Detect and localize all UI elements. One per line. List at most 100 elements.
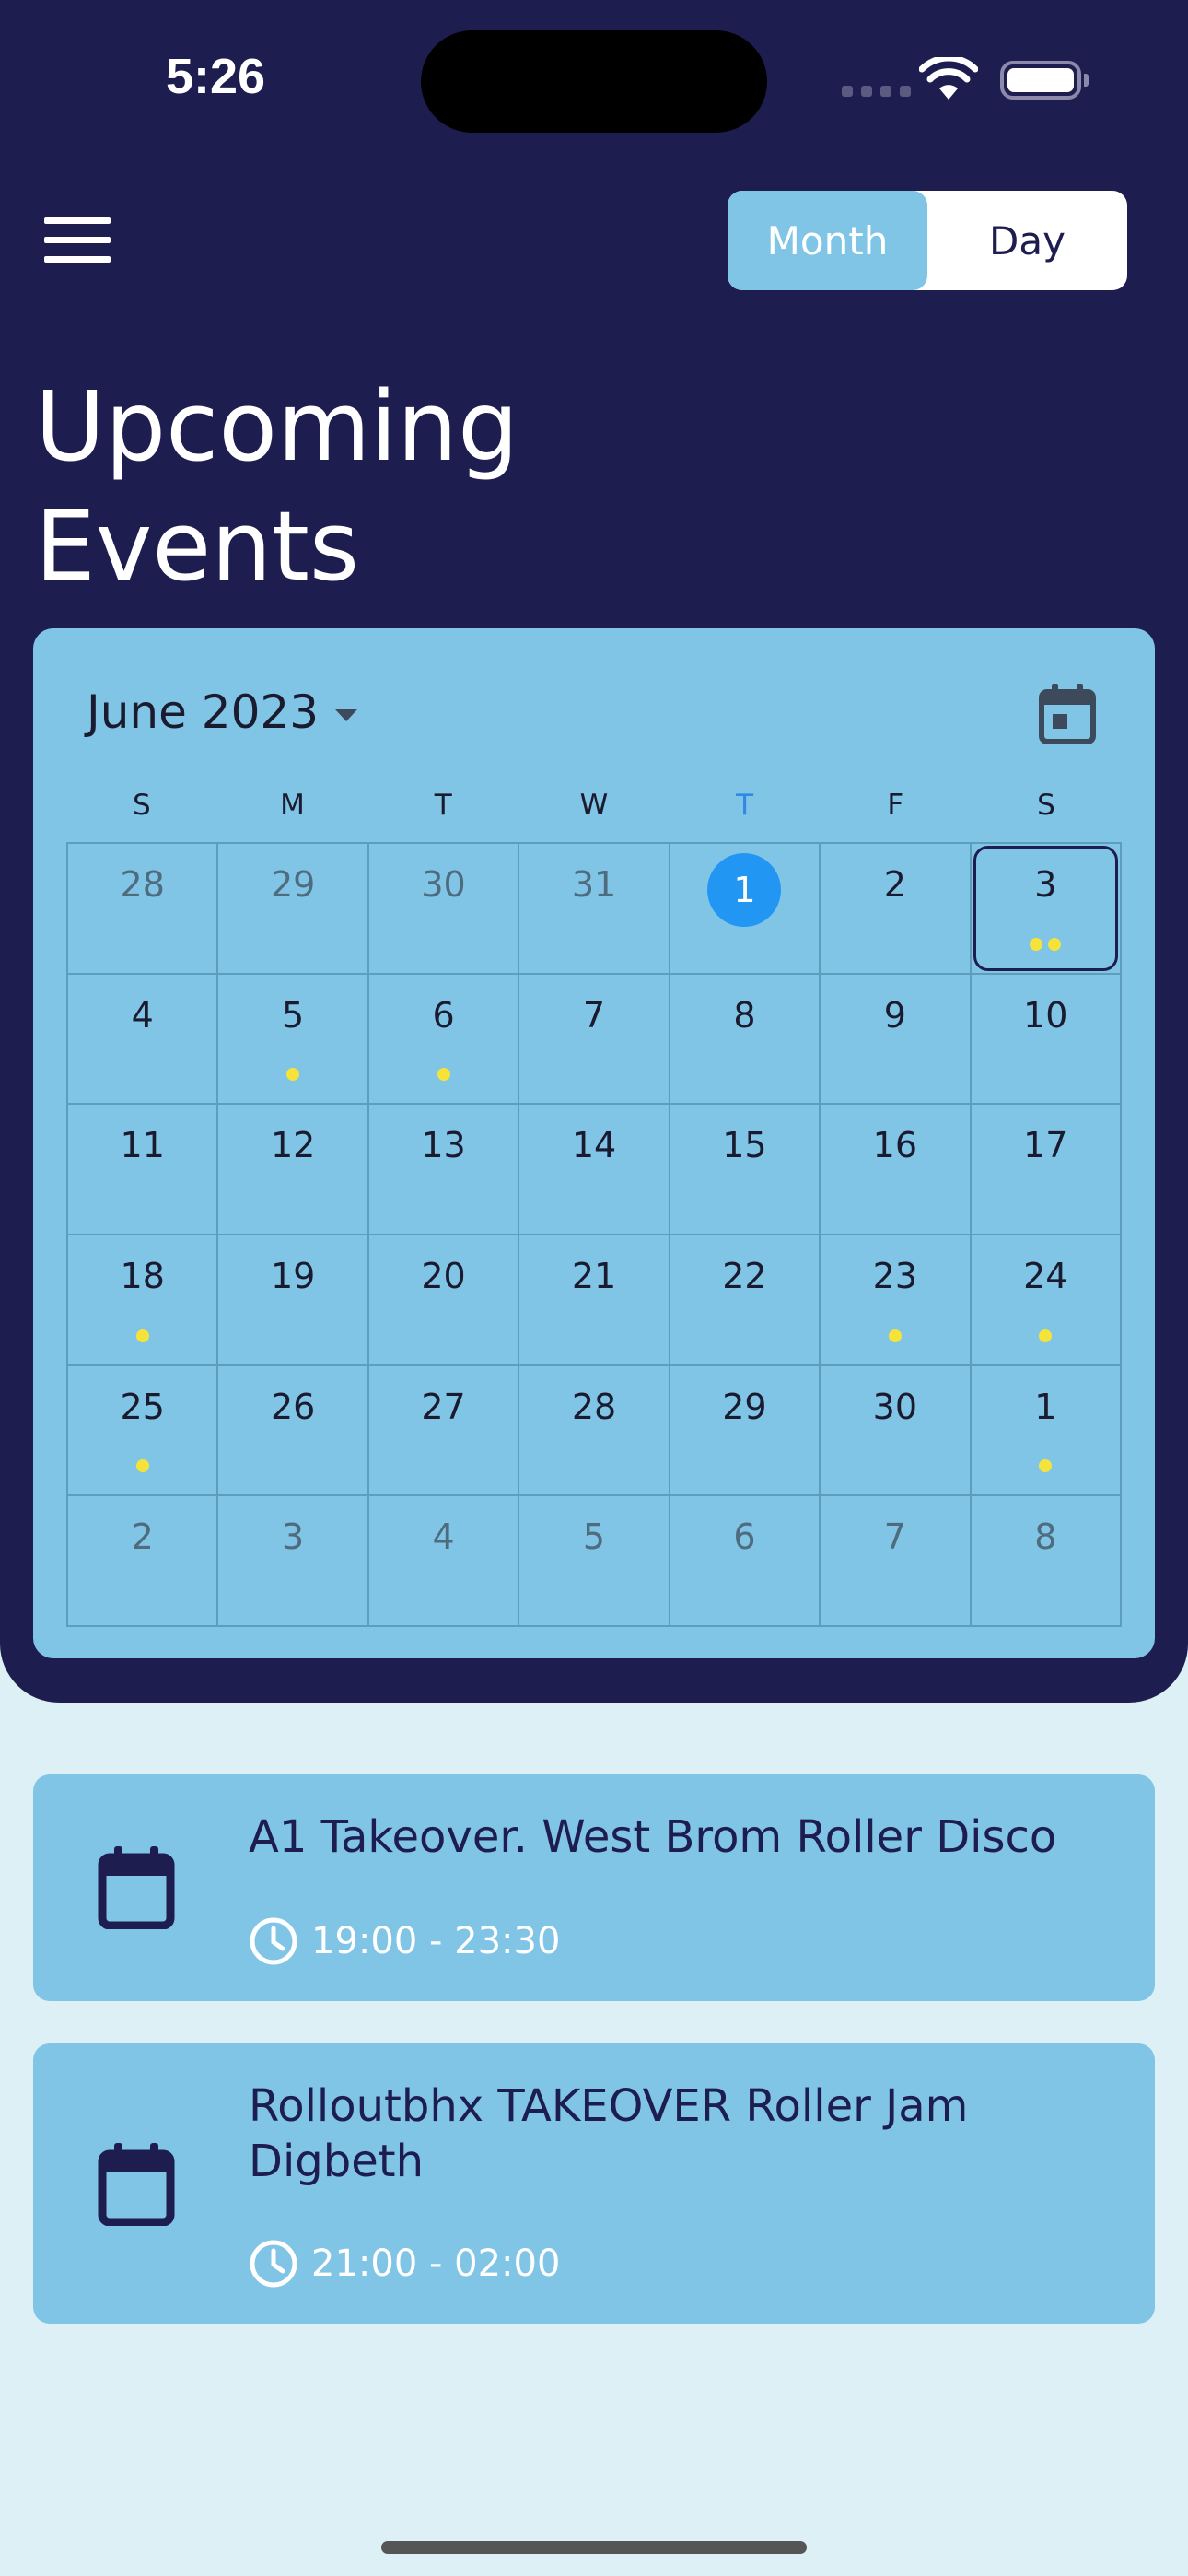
- calendar-day-cell[interactable]: 18: [68, 1235, 219, 1366]
- battery-icon: [1000, 61, 1089, 100]
- day-number: 18: [120, 1256, 165, 1296]
- calendar-day-cell[interactable]: 29: [670, 1365, 821, 1497]
- calendar-day-cell[interactable]: 12: [218, 1105, 369, 1235]
- calendar-day-cell[interactable]: 2: [68, 1496, 219, 1627]
- calendar-day-cell[interactable]: 28: [519, 1365, 670, 1497]
- event-indicator: [218, 1068, 367, 1082]
- calendar-day-cell[interactable]: 10: [971, 974, 1122, 1106]
- wifi-icon: [919, 57, 978, 100]
- day-number: 26: [270, 1386, 316, 1427]
- calendar-day-cell[interactable]: 7: [821, 1496, 972, 1627]
- event-dot: [135, 1459, 149, 1473]
- day-number: 7: [883, 1516, 906, 1558]
- event-dot: [888, 1329, 902, 1342]
- month-selector[interactable]: June 2023: [87, 685, 358, 739]
- calendar-day-cell[interactable]: 21: [519, 1235, 670, 1366]
- calendar-day-cell[interactable]: 3: [218, 1496, 369, 1627]
- weekday-label: T: [434, 789, 452, 822]
- day-number: 22: [722, 1256, 767, 1296]
- calendar-day-cell[interactable]: 8: [971, 1496, 1122, 1627]
- calendar-day-cell[interactable]: 2: [821, 844, 972, 975]
- calendar-day-cell[interactable]: 30: [821, 1365, 972, 1497]
- menu-icon[interactable]: [44, 217, 111, 263]
- event-indicator: [369, 1068, 518, 1082]
- calendar-day-cell[interactable]: 22: [670, 1235, 821, 1366]
- calendar-day-cell[interactable]: 15: [670, 1105, 821, 1235]
- calendar-day-cell[interactable]: 23: [821, 1235, 972, 1366]
- event-indicator: [821, 1329, 969, 1342]
- calendar-day-cell[interactable]: 16: [821, 1105, 972, 1235]
- calendar-day-cell[interactable]: 20: [368, 1235, 520, 1366]
- calendar-icon: [98, 2143, 175, 2226]
- day-number: 5: [282, 994, 305, 1036]
- calendar-day-cell[interactable]: 6: [670, 1496, 821, 1627]
- event-card[interactable]: Rolloutbhx TAKEOVER Roller Jam Digbeth 2…: [33, 2043, 1155, 2324]
- calendar-day-cell[interactable]: 24: [971, 1235, 1122, 1366]
- toggle-month-button[interactable]: Month: [728, 191, 927, 290]
- day-number: 4: [131, 994, 154, 1036]
- day-number: 6: [432, 994, 455, 1036]
- day-number: 8: [1034, 1516, 1057, 1558]
- calendar-day-cell[interactable]: 5: [218, 974, 369, 1106]
- event-time-row: 19:00 - 23:30: [249, 1916, 560, 1966]
- calendar-grid: 28 29 30 31 1 2 3 4 5 6 7 8 9 10 11 12 13 14 15 16 17 18 19 20 2…: [66, 842, 1122, 1627]
- event-title: Rolloutbhx TAKEOVER Roller Jam Digbeth: [249, 2080, 969, 2187]
- clock-icon: [250, 1917, 297, 1965]
- calendar-day-cell[interactable]: 14: [519, 1105, 670, 1235]
- calendar-day-cell[interactable]: 6: [368, 974, 520, 1106]
- day-number: 2: [883, 864, 906, 905]
- day-number: 1: [707, 853, 782, 927]
- month-label: June 2023: [87, 685, 320, 739]
- day-number: 28: [571, 1386, 617, 1427]
- calendar-day-cell[interactable]: 11: [68, 1105, 219, 1235]
- calendar-day-cell[interactable]: 8: [670, 974, 821, 1106]
- day-number: 13: [421, 1125, 466, 1166]
- day-number: 7: [582, 994, 606, 1036]
- calendar-day-cell[interactable]: 27: [368, 1365, 520, 1497]
- day-number: 16: [872, 1125, 918, 1166]
- day-number: 30: [872, 1386, 918, 1427]
- day-number: 17: [1023, 1125, 1068, 1166]
- day-number: 29: [270, 864, 316, 905]
- event-card[interactable]: A1 Takeover. West Brom Roller Disco 19:0…: [33, 1774, 1155, 2001]
- page-title-line2: Events: [35, 490, 360, 603]
- calendar-day-cell[interactable]: 13: [368, 1105, 520, 1235]
- calendar-day-cell[interactable]: 17: [971, 1105, 1122, 1235]
- event-title: A1 Takeover. West Brom Roller Disco: [249, 1811, 1057, 1863]
- calendar-day-cell[interactable]: 7: [519, 974, 670, 1106]
- calendar-day-cell[interactable]: 29: [218, 844, 369, 975]
- event-dot: [1030, 937, 1043, 951]
- weekday-label: T: [736, 789, 754, 822]
- calendar-day-cell[interactable]: 5: [519, 1496, 670, 1627]
- event-indicator: [972, 1329, 1120, 1342]
- calendar-day-cell[interactable]: 1: [971, 1365, 1122, 1497]
- calendar-day-cell[interactable]: 31: [519, 844, 670, 975]
- calendar-icon[interactable]: [1039, 684, 1096, 744]
- day-number: 27: [421, 1386, 466, 1427]
- calendar-day-cell[interactable]: 28: [68, 844, 219, 975]
- event-dot: [1039, 1459, 1053, 1473]
- weekday-label: W: [579, 789, 609, 822]
- calendar-day-cell[interactable]: 1: [670, 844, 821, 975]
- event-time: 21:00 - 02:00: [311, 2242, 561, 2285]
- event-indicator: [972, 1459, 1120, 1473]
- calendar-day-cell[interactable]: 26: [218, 1365, 369, 1497]
- day-number: 25: [120, 1386, 165, 1427]
- day-number: 15: [722, 1125, 767, 1166]
- dropdown-arrow-icon: [335, 708, 358, 721]
- day-number: 5: [582, 1516, 606, 1558]
- calendar-day-cell[interactable]: 25: [68, 1365, 219, 1497]
- calendar-day-cell[interactable]: 9: [821, 974, 972, 1106]
- toggle-day-button[interactable]: Day: [927, 191, 1127, 290]
- calendar-day-cell[interactable]: 3: [971, 844, 1122, 975]
- calendar-day-cell[interactable]: 30: [368, 844, 520, 975]
- day-number: 29: [722, 1386, 767, 1427]
- calendar-day-cell[interactable]: 4: [368, 1496, 520, 1627]
- clock-icon: [250, 2240, 297, 2288]
- day-number: 11: [120, 1125, 165, 1166]
- calendar-day-cell[interactable]: 4: [68, 974, 219, 1106]
- calendar-day-cell[interactable]: 19: [218, 1235, 369, 1366]
- event-dot: [437, 1068, 450, 1082]
- day-number: 14: [571, 1125, 617, 1166]
- day-number: 6: [733, 1516, 756, 1558]
